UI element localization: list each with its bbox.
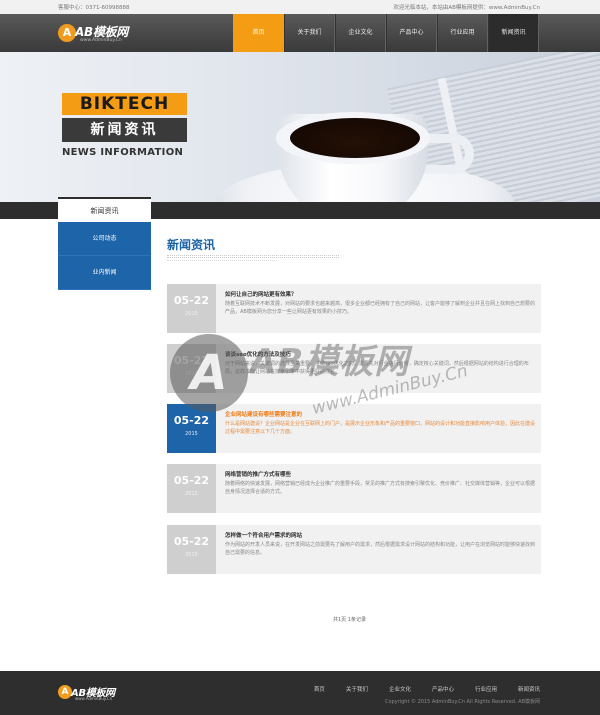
- news-date-box: 05-22 2015: [167, 344, 216, 393]
- top-bar: 客服中心：0371-60998888 欢迎光临本站，本站由AB模板网提供：www…: [0, 0, 600, 14]
- title-rule: [167, 255, 339, 258]
- news-summary: 什么是网站建设？企业网站是企业在互联网上的门户，是展示企业形象和产品的重要窗口，…: [225, 421, 536, 435]
- news-summary: 作为网站的开发人员来说，在开发网站之前需要先了解用户的需求，然后根据需求设计网站…: [225, 542, 536, 556]
- page-title: 新闻资讯: [167, 238, 216, 252]
- banner-subtitle: NEWS INFORMATION: [62, 147, 184, 158]
- sidebar-item-company-news[interactable]: 公司动态: [58, 222, 151, 256]
- footer-link-about[interactable]: 关于我们: [346, 685, 368, 693]
- sidebar-title: 新闻资讯: [58, 197, 151, 222]
- footer-link-news[interactable]: 新闻资讯: [518, 685, 540, 693]
- news-item[interactable]: 05-22 2015 网络营销的推广方式有哪些 随着网络的快速发展，网络营销已经…: [167, 464, 541, 513]
- news-date-box: 05-22 2015: [167, 525, 216, 574]
- footer-nav: 首页 关于我们 企业文化 产品中心 行业应用 新闻资讯: [293, 685, 540, 693]
- footer-logo-url: www.AdminBuy.Cn: [75, 696, 113, 701]
- news-item[interactable]: 05-22 2015 谈谈seo优化的方法及技巧 对于网站来说，关键词的选择至关…: [167, 344, 541, 393]
- news-headline[interactable]: 谈谈seo优化的方法及技巧: [225, 350, 291, 358]
- news-item[interactable]: 05-22 2015 如何让自己的网站更有效果？ 随着互联网技术不断发展，对网站…: [167, 284, 541, 333]
- footer-link-home[interactable]: 首页: [314, 685, 325, 693]
- news-date: 05-22: [173, 294, 210, 307]
- news-date-box: 05-22 2015: [167, 284, 216, 333]
- title-rule-secondary: [167, 260, 277, 261]
- footer-link-products[interactable]: 产品中心: [432, 685, 454, 693]
- banner: BIKTECH 新闻资讯 NEWS INFORMATION: [0, 52, 600, 202]
- news-summary: 随着网络的快速发展，网络营销已经成为企业推广的重要手段，常见的推广方式有搜索引擎…: [225, 481, 536, 495]
- news-date: 05-22: [173, 535, 210, 548]
- news-list-section: 新闻资讯 05-22 2015 如何让自己的网站更有效果？ 随着互联网技术不断发…: [167, 236, 541, 574]
- logo-url: www.AdminBuy.Cn: [80, 38, 122, 43]
- logo-icon: A: [58, 24, 76, 42]
- sidebar: 新闻资讯 公司动态 业内新闻: [58, 197, 151, 290]
- news-date: 05-22: [173, 354, 210, 367]
- nav-item-applications[interactable]: 行业应用: [437, 14, 488, 52]
- news-summary: 对于网站来说，关键词的选择至关重要，在做seo优化之前，需要先对行业进行分析，确…: [225, 361, 529, 375]
- banner-brand: BIKTECH: [62, 93, 187, 115]
- news-item[interactable]: 05-22 2015 怎样做一个符合用户需求的网站 作为网站的开发人员来说，在开…: [167, 525, 541, 574]
- news-year: 2015: [185, 371, 198, 377]
- news-year: 2015: [185, 491, 198, 497]
- sidebar-item-industry-news[interactable]: 业内新闻: [58, 256, 151, 290]
- news-date: 05-22: [173, 474, 210, 487]
- nav-item-culture[interactable]: 企业文化: [335, 14, 386, 52]
- footer: A AB模板网 www.AdminBuy.Cn 首页 关于我们 企业文化 产品中…: [0, 671, 600, 715]
- nav-item-news[interactable]: 新闻资讯: [488, 14, 539, 52]
- hotline-text: 客服中心：0371-60998888: [58, 5, 130, 11]
- news-summary: 随着互联网技术不断发展，对网站的要求也越来越高，很多企业都已经拥有了自己的网站，…: [225, 301, 536, 315]
- news-headline[interactable]: 网络营销的推广方式有哪些: [225, 470, 291, 478]
- coffee-image: [290, 118, 420, 158]
- welcome-text: 欢迎光临本站，本站由AB模板网提供：www.AdminBuy.Cn: [393, 5, 540, 11]
- news-year: 2015: [185, 311, 198, 317]
- site-logo[interactable]: A AB模板网 www.AdminBuy.Cn: [58, 21, 148, 47]
- news-date-box: 05-22 2015: [167, 464, 216, 513]
- news-year: 2015: [185, 431, 198, 437]
- nav-item-home[interactable]: 首页: [233, 14, 284, 52]
- news-date-box: 05-22 2015: [167, 404, 216, 453]
- copyright: Copyright © 2015 AdminBuy.Cn All Rights …: [385, 699, 540, 705]
- news-item-highlighted[interactable]: 05-22 2015 企业网站建设有哪些需要注意的 什么是网站建设？企业网站是企…: [167, 404, 541, 453]
- news-headline[interactable]: 怎样做一个符合用户需求的网站: [225, 531, 302, 539]
- news-year: 2015: [185, 552, 198, 558]
- footer-logo[interactable]: A AB模板网 www.AdminBuy.Cn: [58, 683, 138, 705]
- main-nav: 首页 关于我们 企业文化 产品中心 行业应用 新闻资讯: [233, 14, 539, 52]
- header: A AB模板网 www.AdminBuy.Cn 首页 关于我们 企业文化 产品中…: [0, 14, 600, 52]
- banner-title: 新闻资讯: [62, 118, 187, 142]
- footer-link-culture[interactable]: 企业文化: [389, 685, 411, 693]
- nav-item-products[interactable]: 产品中心: [386, 14, 437, 52]
- footer-link-applications[interactable]: 行业应用: [475, 685, 497, 693]
- news-headline[interactable]: 企业网站建设有哪些需要注意的: [225, 410, 302, 418]
- news-date: 05-22: [173, 414, 210, 427]
- news-headline[interactable]: 如何让自己的网站更有效果？: [225, 290, 297, 298]
- footer-logo-icon: A: [58, 685, 72, 699]
- nav-item-about[interactable]: 关于我们: [284, 14, 335, 52]
- pagination: 共1页 1条记录: [333, 617, 366, 623]
